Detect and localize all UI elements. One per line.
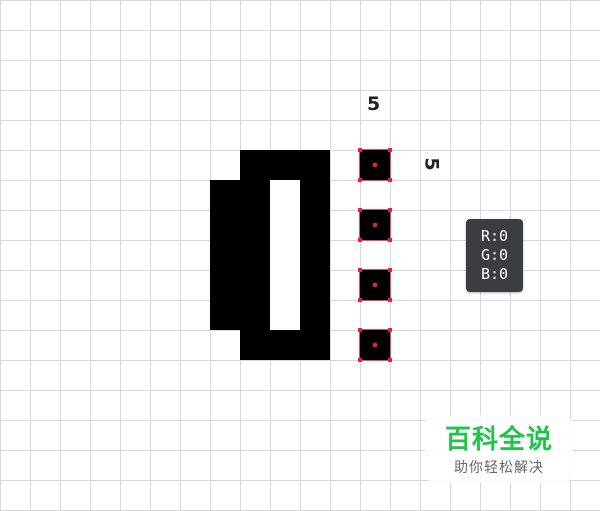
anchor-point[interactable]: [358, 208, 362, 212]
pixel-shape-top-bar[interactable]: [240, 150, 330, 180]
anchor-point[interactable]: [358, 268, 362, 272]
selected-square-2[interactable]: [358, 208, 392, 242]
pixel-shape-inner-gap: [270, 180, 300, 330]
pixel-shape-right-bar[interactable]: [300, 180, 330, 330]
watermark-subtitle: 助你轻松解决: [454, 460, 544, 476]
anchor-point[interactable]: [388, 238, 392, 242]
anchor-point[interactable]: [358, 178, 362, 182]
center-point[interactable]: [373, 163, 377, 167]
color-b-value: B:0: [480, 265, 509, 283]
dimension-label-top: 5: [367, 93, 381, 115]
anchor-point[interactable]: [388, 208, 392, 212]
anchor-point[interactable]: [358, 328, 362, 332]
anchor-point[interactable]: [388, 178, 392, 182]
selected-square-3[interactable]: [358, 268, 392, 302]
anchor-point[interactable]: [358, 358, 362, 362]
anchor-point[interactable]: [388, 358, 392, 362]
watermark-title: 百科全说: [444, 425, 553, 455]
anchor-point[interactable]: [358, 298, 362, 302]
dimension-label-right: 5: [420, 157, 443, 171]
pixel-grid-canvas[interactable]: 5 5 R:0 G:0 B:0 百科全说 助你轻松解决: [0, 0, 600, 511]
center-point[interactable]: [373, 283, 377, 287]
anchor-point[interactable]: [388, 328, 392, 332]
color-value-tooltip: R:0 G:0 B:0: [466, 219, 523, 292]
selected-square-1[interactable]: [358, 148, 392, 182]
pixel-shape-bottom-bar[interactable]: [240, 330, 330, 360]
selected-square-4[interactable]: [358, 328, 392, 362]
center-point[interactable]: [373, 343, 377, 347]
pixel-shape-left-block[interactable]: [210, 180, 270, 330]
center-point[interactable]: [373, 223, 377, 227]
color-r-value: R:0: [480, 227, 509, 245]
color-g-value: G:0: [480, 246, 509, 264]
anchor-point[interactable]: [388, 148, 392, 152]
watermark-logo: 百科全说 助你轻松解决: [425, 415, 573, 483]
anchor-point[interactable]: [358, 148, 362, 152]
anchor-point[interactable]: [388, 268, 392, 272]
anchor-point[interactable]: [388, 298, 392, 302]
anchor-point[interactable]: [358, 238, 362, 242]
